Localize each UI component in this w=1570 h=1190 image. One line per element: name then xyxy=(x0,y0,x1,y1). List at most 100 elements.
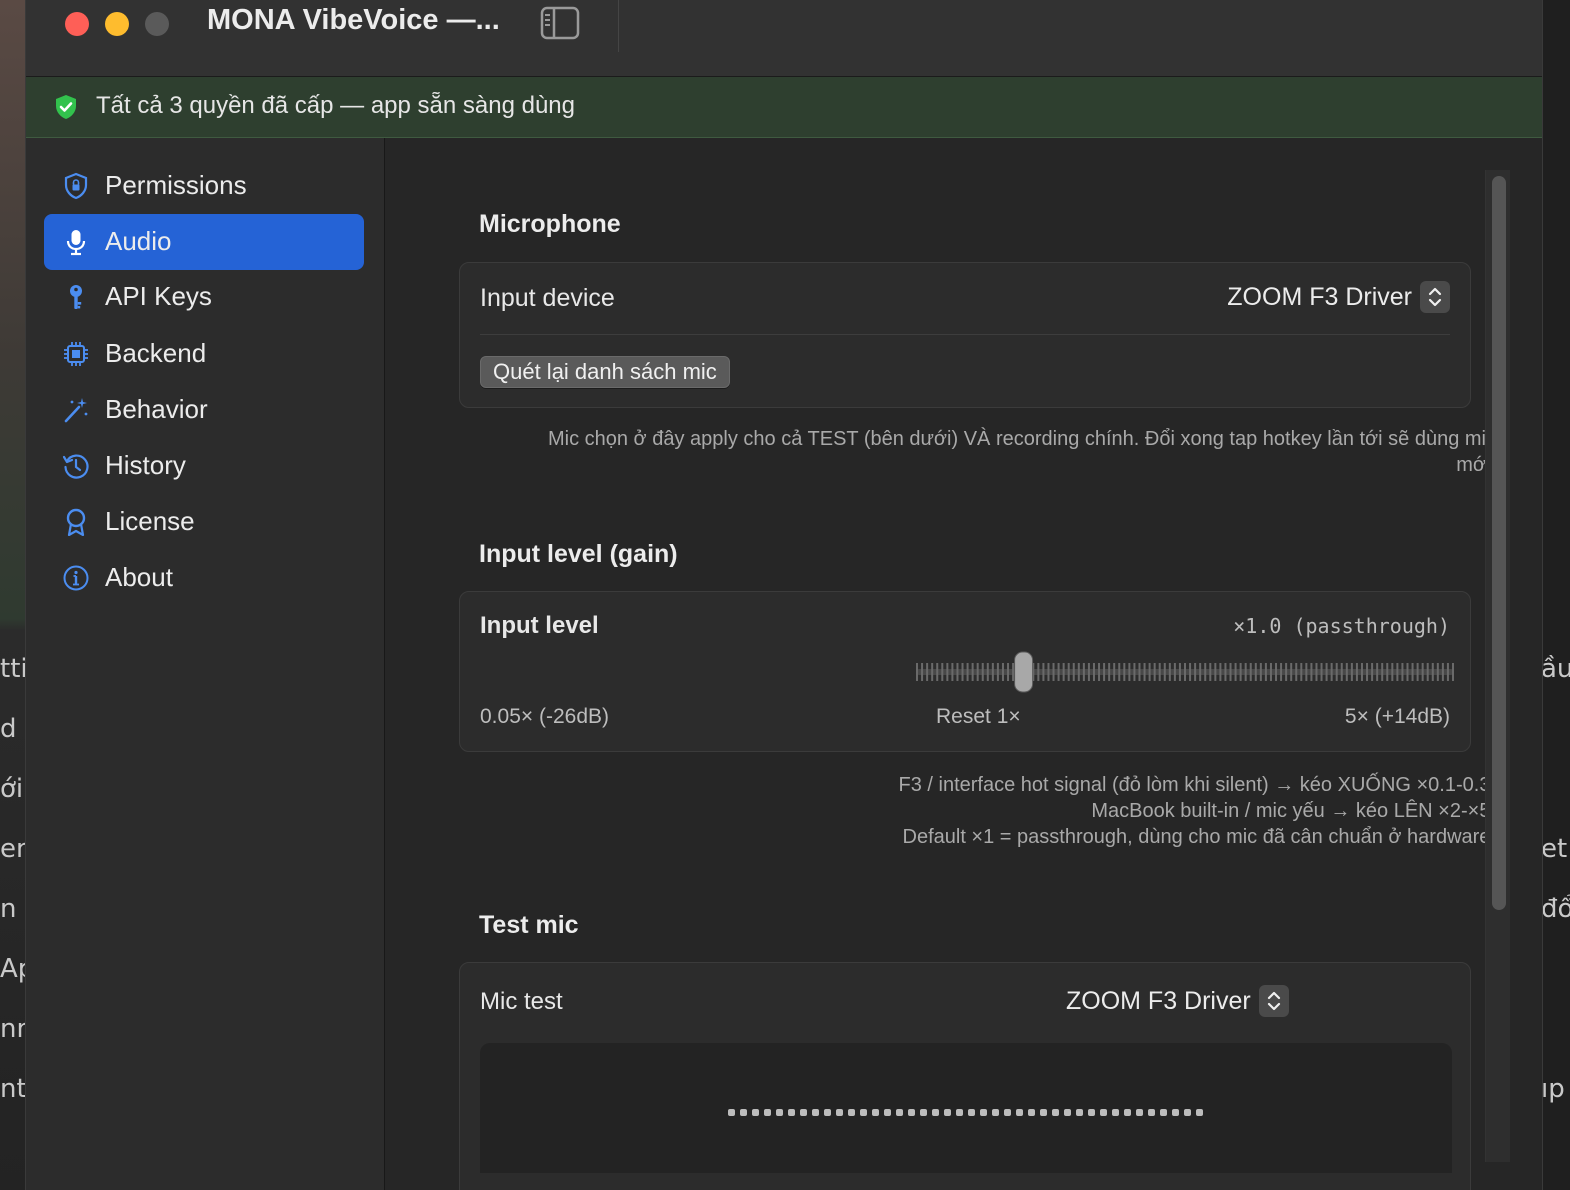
background-text-fragment: et xyxy=(1541,834,1568,864)
gain-help-text: F3 / interface hot signal (đỏ lòm khi si… xyxy=(596,772,1496,850)
meter-dot xyxy=(896,1109,903,1116)
meter-dot xyxy=(980,1109,987,1116)
sidebar-item-label: History xyxy=(105,450,186,480)
meter-dot xyxy=(728,1109,735,1116)
slider-tick xyxy=(976,663,979,681)
reset-gain-button[interactable]: Reset 1× xyxy=(936,705,1021,729)
slider-tick xyxy=(1254,663,1257,681)
slider-tick xyxy=(1244,663,1247,681)
minimize-window-button[interactable] xyxy=(105,12,129,36)
zoom-window-button[interactable] xyxy=(145,12,169,36)
rescan-mic-button[interactable]: Quét lại danh sách mic xyxy=(480,356,730,388)
meter-dot xyxy=(1196,1109,1203,1116)
meter-dot xyxy=(1088,1109,1095,1116)
meter-dot xyxy=(752,1109,759,1116)
slider-tick xyxy=(1446,663,1449,681)
sidebar-item-api-keys[interactable]: API Keys xyxy=(44,269,364,325)
meter-dot xyxy=(848,1109,855,1116)
sidebar-toggle-icon xyxy=(540,6,580,40)
level-meter xyxy=(480,1043,1452,1173)
sidebar-item-license[interactable]: License xyxy=(44,494,364,550)
input-level-value: ×1.0 (passthrough) xyxy=(1233,614,1450,638)
shield-icon xyxy=(64,172,88,200)
sidebar-item-about[interactable]: About xyxy=(44,550,364,606)
slider-tick xyxy=(1285,663,1288,681)
row-divider xyxy=(480,334,1450,335)
input-device-popup[interactable]: ZOOM F3 Driver xyxy=(1227,281,1450,313)
slider-tick xyxy=(1229,663,1232,681)
sidebar-item-permissions[interactable]: Permissions xyxy=(44,158,364,214)
meter-dot xyxy=(992,1109,999,1116)
slider-knob[interactable] xyxy=(1014,651,1034,693)
slider-tick xyxy=(1113,663,1116,681)
test-mic-group: Mic test ZOOM F3 Driver xyxy=(459,962,1471,1190)
gain-help-line: F3 / interface hot signal (đỏ lòm khi si… xyxy=(898,774,1496,796)
gain-help-line: MacBook built-in / mic yếu → kéo LÊN ×2-… xyxy=(1091,800,1496,822)
slider-tick xyxy=(1376,663,1379,681)
slider-tick xyxy=(1062,663,1065,681)
slider-tick xyxy=(1204,663,1207,681)
scrollbar-thumb[interactable] xyxy=(1492,176,1506,910)
info-icon xyxy=(63,565,89,591)
slider-tick xyxy=(1148,663,1151,681)
slider-tick xyxy=(1184,663,1186,681)
background-text-fragment: ới A xyxy=(0,774,26,804)
slider-tick xyxy=(1426,663,1429,681)
slider-tick xyxy=(1219,663,1222,681)
background-text-fragment: đổ xyxy=(1541,894,1570,924)
slider-tick xyxy=(916,663,918,681)
sidebar-item-audio[interactable]: Audio xyxy=(44,214,364,270)
slider-tick xyxy=(936,663,939,681)
test-device-popup[interactable]: ZOOM F3 Driver xyxy=(1066,985,1289,1017)
slider-tick xyxy=(1366,663,1369,681)
background-text-fragment: ent xyxy=(0,834,26,864)
microphone-section-title: Microphone xyxy=(479,210,621,238)
slider-tick xyxy=(1103,663,1106,681)
meter-dot xyxy=(740,1109,747,1116)
background-text-fragment: tti xyxy=(0,654,26,684)
slider-tick xyxy=(946,663,949,681)
award-ribbon-icon xyxy=(66,508,86,536)
slider-tick xyxy=(1057,663,1060,681)
slider-tick xyxy=(1416,663,1419,681)
slider-tick xyxy=(941,663,944,681)
sidebar-toggle-button[interactable] xyxy=(540,6,580,40)
slider-tick xyxy=(991,663,994,681)
slider-tick xyxy=(1269,663,1272,681)
sidebar: Permissions Audio API Keys Backend Behav… xyxy=(26,138,385,1190)
meter-dot xyxy=(824,1109,831,1116)
slider-tick xyxy=(1042,663,1045,681)
meter-dot xyxy=(836,1109,843,1116)
input-device-label: Input device xyxy=(480,284,615,312)
slider-tick xyxy=(1431,663,1434,681)
slider-tick xyxy=(921,663,924,681)
close-window-button[interactable] xyxy=(65,12,89,36)
background-text-fragment: ıp xyxy=(1541,1074,1565,1104)
sidebar-item-behavior[interactable]: Behavior xyxy=(44,382,364,438)
input-level-label: Input level xyxy=(480,612,599,639)
slider-tick xyxy=(1158,663,1161,681)
title-bar[interactable]: MONA VibeVoice —... xyxy=(26,0,1542,77)
slider-tick xyxy=(1209,663,1212,681)
test-device-value: ZOOM F3 Driver xyxy=(1066,986,1251,1015)
sidebar-item-backend[interactable]: Backend xyxy=(44,326,364,382)
slider-tick xyxy=(1128,663,1131,681)
slider-tick xyxy=(1087,663,1090,681)
slider-tick xyxy=(1052,663,1055,681)
cpu-icon xyxy=(64,342,88,366)
meter-dot xyxy=(1124,1109,1131,1116)
slider-tick xyxy=(1290,663,1293,681)
slider-tick xyxy=(1340,663,1343,681)
sidebar-item-history[interactable]: History xyxy=(44,438,364,494)
slider-tick xyxy=(1133,663,1136,681)
sidebar-item-label: Audio xyxy=(105,226,172,256)
slider-tick xyxy=(1123,663,1126,681)
slider-tick xyxy=(1012,663,1015,681)
slider-tick xyxy=(926,663,929,681)
input-level-slider[interactable] xyxy=(916,650,1454,694)
slider-tick xyxy=(1007,663,1010,681)
slider-tick xyxy=(1138,663,1141,681)
vertical-scrollbar[interactable] xyxy=(1485,170,1510,1162)
slider-tick xyxy=(1234,663,1237,681)
slider-tick xyxy=(1199,663,1202,681)
